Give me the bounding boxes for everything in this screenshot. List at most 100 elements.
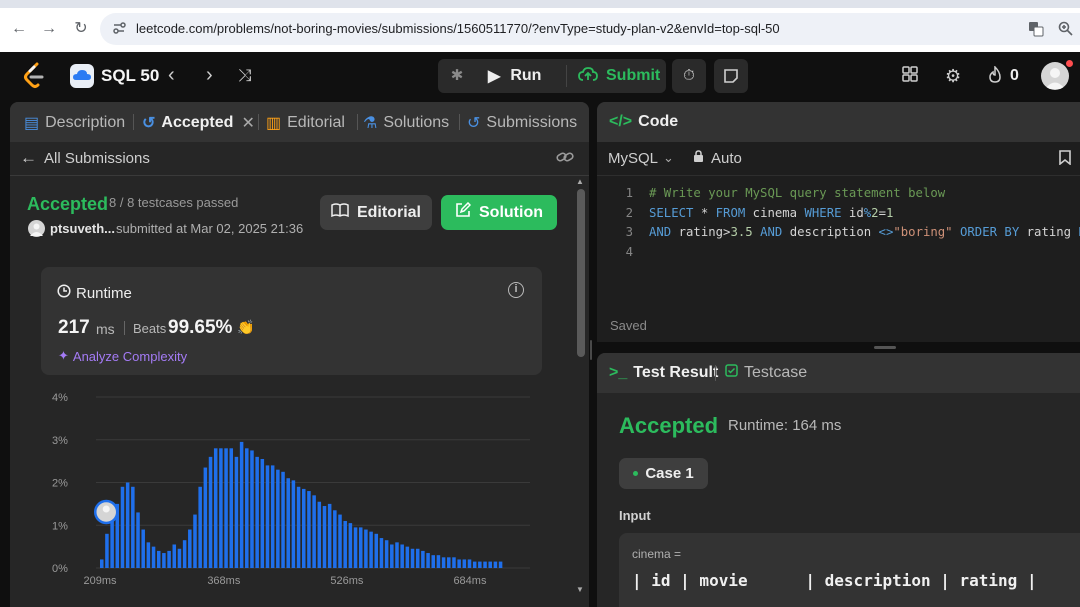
chart-bar[interactable]	[483, 561, 487, 568]
chart-bar[interactable]	[343, 520, 347, 568]
chart-bar[interactable]	[270, 465, 275, 568]
chart-bar[interactable]	[498, 561, 503, 568]
runtime-card[interactable]: Runtime i 217 ms Beats 99.65% 👏 ✦ Analyz…	[41, 267, 542, 375]
submit-button[interactable]: Submit	[570, 59, 666, 93]
settings-icon[interactable]: ⚙	[945, 66, 961, 87]
chart-bar[interactable]	[198, 486, 202, 568]
shuffle-icon[interactable]: ⤨	[238, 66, 252, 86]
auto-mode[interactable]: Auto	[693, 150, 742, 167]
chart-bar[interactable]	[384, 540, 389, 568]
chart-bar[interactable]	[436, 555, 441, 568]
info-icon[interactable]: i	[508, 282, 524, 298]
address-bar[interactable]: leetcode.com/problems/not-boring-movies/…	[100, 13, 1080, 45]
chart-bar[interactable]	[390, 544, 394, 568]
chart-bar[interactable]	[338, 514, 342, 568]
tab-submissions[interactable]: ↺ Submissions	[467, 113, 577, 133]
chart-bar[interactable]	[276, 469, 280, 568]
tab-test-result[interactable]: >_ Test Result	[609, 364, 718, 382]
tab-accepted[interactable]: ↺ Accepted ✕	[142, 113, 255, 133]
chart-bar[interactable]	[472, 561, 477, 568]
chart-bar[interactable]	[488, 561, 492, 568]
chart-bar[interactable]	[457, 559, 461, 568]
chart-bar[interactable]	[255, 456, 259, 568]
chart-bar[interactable]	[395, 542, 399, 568]
code-editor[interactable]: 1 # Write your MySQL query statement belo…	[597, 184, 1080, 262]
chart-bar[interactable]	[213, 448, 218, 568]
chart-bar[interactable]	[182, 540, 187, 568]
chart-bar[interactable]	[146, 542, 151, 568]
solution-button[interactable]: Solution	[441, 195, 557, 230]
chart-bar[interactable]	[426, 553, 430, 568]
chart-bar[interactable]	[265, 465, 270, 568]
chart-bar[interactable]	[364, 529, 368, 568]
chart-bar[interactable]	[188, 529, 192, 568]
chart-bar[interactable]	[478, 561, 482, 568]
chart-bar[interactable]	[400, 544, 404, 568]
forward-icon[interactable]: →	[38, 18, 60, 40]
chart-bar[interactable]	[156, 550, 161, 568]
chart-bar[interactable]	[431, 555, 436, 568]
chart-bar[interactable]	[224, 448, 228, 568]
translate-icon[interactable]	[1028, 21, 1044, 40]
chart-bar[interactable]	[193, 514, 197, 568]
chart-bar[interactable]	[452, 557, 456, 568]
tab-testcase[interactable]: Testcase	[725, 364, 807, 382]
case-tab[interactable]: Case 1	[619, 458, 708, 489]
link-icon[interactable]	[556, 150, 574, 168]
notes-icon[interactable]	[714, 59, 748, 93]
timer-icon[interactable]: ⏱	[672, 59, 706, 93]
chart-bar[interactable]	[296, 486, 301, 568]
tab-solutions[interactable]: ⚗ Solutions	[363, 113, 449, 133]
chart-bar[interactable]	[307, 491, 311, 568]
chart-bar[interactable]	[302, 488, 306, 568]
chart-bar[interactable]	[177, 548, 182, 568]
all-submissions-link[interactable]: All Submissions	[44, 150, 150, 167]
chart-bar[interactable]	[441, 557, 446, 568]
chart-bar[interactable]	[229, 448, 234, 568]
run-button[interactable]: ▶ Run	[478, 59, 566, 93]
chart-bar[interactable]	[312, 495, 316, 568]
chart-bar[interactable]	[281, 471, 285, 568]
back-icon[interactable]: ←	[8, 18, 30, 40]
fire-icon[interactable]	[987, 65, 1003, 89]
scroll-up-icon[interactable]: ▲	[576, 177, 584, 186]
close-icon[interactable]: ✕	[241, 113, 254, 133]
chart-bar[interactable]	[493, 561, 498, 568]
chart-bar[interactable]	[245, 448, 249, 568]
chart-bar[interactable]	[151, 546, 156, 569]
study-plan-title[interactable]: SQL 50	[101, 66, 159, 86]
chart-bar[interactable]	[167, 550, 171, 568]
chart-bar[interactable]	[110, 520, 114, 568]
chart-bar[interactable]	[462, 559, 467, 568]
panel-resize-handle[interactable]	[590, 340, 592, 360]
chart-bar[interactable]	[100, 559, 104, 568]
chart-bar[interactable]	[379, 538, 384, 568]
next-problem-icon[interactable]: ›	[206, 64, 213, 87]
arrow-left-icon[interactable]: ←	[20, 148, 37, 168]
chart-bar[interactable]	[291, 480, 296, 568]
chart-bar[interactable]	[203, 467, 208, 568]
tab-description[interactable]: ▤ Description	[24, 113, 125, 133]
username[interactable]: ptsuveth...	[50, 221, 115, 236]
chart-bar[interactable]	[415, 548, 420, 568]
chart-bar[interactable]	[250, 450, 254, 568]
chart-bar[interactable]	[260, 458, 265, 568]
chart-bar[interactable]	[421, 550, 425, 568]
chart-bar[interactable]	[374, 533, 379, 568]
chart-bar[interactable]	[219, 448, 223, 568]
chart-bar[interactable]	[234, 456, 239, 568]
prev-problem-icon[interactable]: ‹	[168, 64, 175, 87]
analyze-complexity-link[interactable]: ✦ Analyze Complexity	[58, 348, 187, 364]
bookmark-icon[interactable]	[1059, 150, 1071, 169]
scroll-down-icon[interactable]: ▼	[576, 585, 584, 594]
scrollbar[interactable]: ▲ ▼	[576, 177, 585, 597]
chart-bar[interactable]	[333, 510, 337, 568]
chart-bar[interactable]	[125, 482, 130, 569]
chart-bar[interactable]	[369, 531, 373, 568]
chart-bar[interactable]	[317, 501, 322, 568]
chart-bar[interactable]	[447, 557, 451, 568]
chart-bar[interactable]	[131, 486, 135, 568]
chart-bar[interactable]	[327, 503, 332, 569]
chart-bar[interactable]	[353, 527, 358, 568]
chart-bar[interactable]	[120, 486, 125, 568]
